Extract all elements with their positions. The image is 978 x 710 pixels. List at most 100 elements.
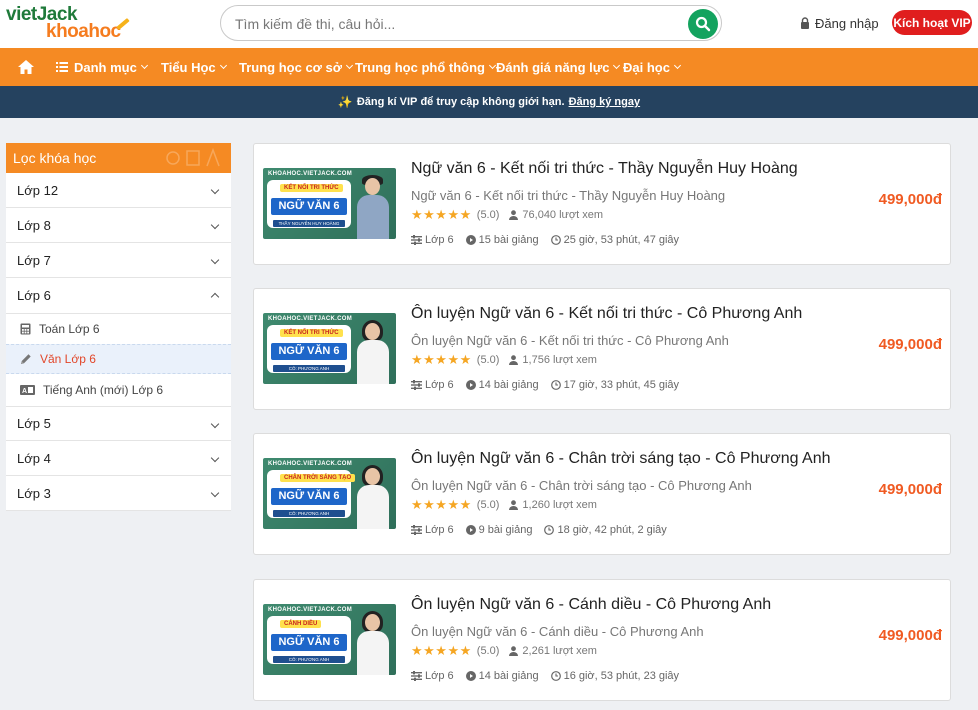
chevron-down-icon <box>210 220 220 230</box>
filter-subject-literature-6[interactable]: Văn Lớp 6 <box>6 344 231 374</box>
grade-label: Lớp 12 <box>17 182 59 198</box>
search-input[interactable] <box>235 14 675 34</box>
meta-grade: Lớp 6 <box>411 524 454 536</box>
filter-grade-4[interactable]: Lớp 4 <box>6 441 231 476</box>
sparkle-icon: ✨ <box>337 95 353 109</box>
filter-grade-5[interactable]: Lớp 5 <box>6 406 231 441</box>
grade-value: Lớp 6 <box>425 234 454 246</box>
views: 1,260 lượt xem <box>509 499 597 511</box>
course-card[interactable]: KHOAHOC.VIETJACK.COM KẾT NỐI TRI THỨC NG… <box>253 143 951 265</box>
chevron-down-icon <box>488 61 497 70</box>
meta-duration: 25 giờ, 53 phút, 47 giây <box>550 234 679 246</box>
thumb-tag: KẾT NỐI TRI THỨC <box>280 329 343 337</box>
course-title[interactable]: Ôn luyện Ngữ văn 6 - Kết nối tri thức - … <box>411 305 802 323</box>
course-thumbnail[interactable]: KHOAHOC.VIETJACK.COM KẾT NỐI TRI THỨC NG… <box>263 168 396 239</box>
nav-thcs[interactable]: Trung học cơ sở <box>239 59 354 75</box>
nav-dai-hoc[interactable]: Đại học <box>623 59 682 75</box>
filter-grade-12[interactable]: Lớp 12 <box>6 173 231 208</box>
course-subtitle: Ôn luyện Ngữ văn 6 - Kết nối tri thức - … <box>411 333 729 348</box>
thumb-site: KHOAHOC.VIETJACK.COM <box>268 171 353 177</box>
search-button[interactable] <box>688 9 718 39</box>
thumb-board: KẾT NỐI TRI THỨC NGỮ VĂN 6 CÔ: PHƯƠNG AN… <box>267 325 351 373</box>
lessons-count: 15 bài giảng <box>478 234 539 246</box>
duration-value: 17 giờ, 33 phút, 45 giây <box>563 379 680 391</box>
filter-grade-8[interactable]: Lớp 8 <box>6 208 231 243</box>
decoration-icon <box>166 147 220 167</box>
rating-value: (5.0) <box>476 354 500 366</box>
course-card[interactable]: KHOAHOC.VIETJACK.COM CHÂN TRỜI SÁNG TẠO … <box>253 433 951 555</box>
meta-lessons: 15 bài giảng <box>465 234 539 246</box>
chevron-down-icon <box>210 453 220 463</box>
filter-grade-3[interactable]: Lớp 3 <box>6 476 231 511</box>
thumb-subject: NGỮ VĂN 6 <box>271 634 347 651</box>
pencil-icon <box>21 354 31 364</box>
chevron-down-icon <box>210 185 220 195</box>
course-title[interactable]: Ôn luyện Ngữ văn 6 - Cánh diều - Cô Phươ… <box>411 596 771 614</box>
course-price: 499,000đ <box>878 336 942 353</box>
filter-subject-math-6[interactable]: Toán Lớp 6 <box>6 314 231 344</box>
lock-icon <box>801 17 809 29</box>
main-nav: Danh mục Tiểu Học Trung học cơ sở Trung … <box>0 48 978 86</box>
grade-label: Lớp 7 <box>17 252 51 268</box>
thumb-tag: CÁNH DIỀU <box>280 620 322 628</box>
chevron-down-icon <box>210 419 220 429</box>
sliders-icon <box>411 380 422 390</box>
vietjack-logo[interactable]: vietJack khoahoc <box>6 4 136 44</box>
views: 1,756 lượt xem <box>509 354 597 366</box>
sliders-icon <box>411 525 422 535</box>
course-thumbnail[interactable]: KHOAHOC.VIETJACK.COM CÁNH DIỀU NGỮ VĂN 6… <box>263 604 396 675</box>
course-thumbnail[interactable]: KHOAHOC.VIETJACK.COM CHÂN TRỜI SÁNG TẠO … <box>263 458 396 529</box>
course-title[interactable]: Ngữ văn 6 - Kết nối tri thức - Thầy Nguy… <box>411 160 798 178</box>
nav-tieu-hoc[interactable]: Tiểu Học <box>161 59 227 75</box>
course-rating: ★★★★★ (5.0) 2,261 lượt xem <box>411 643 597 658</box>
search-box <box>220 5 722 41</box>
course-rating: ★★★★★ (5.0) 1,756 lượt xem <box>411 352 597 367</box>
filter-grade-7[interactable]: Lớp 7 <box>6 243 231 278</box>
login-link[interactable]: Đăng nhập <box>800 14 879 32</box>
activate-vip-button[interactable]: Kích hoạt VIP <box>892 10 972 35</box>
filter-subject-english-6[interactable]: A Tiếng Anh (mới) Lớp 6 <box>6 374 231 406</box>
user-icon <box>509 210 519 220</box>
logo-text-bottom: khoahoc <box>46 21 121 42</box>
rating-value: (5.0) <box>476 209 500 221</box>
views-count: 1,260 lượt xem <box>522 499 597 511</box>
course-meta: Lớp 6 9 bài giảng 18 giờ, 42 phút, 2 giâ… <box>411 523 679 537</box>
meta-lessons: 14 bài giảng <box>465 670 539 682</box>
subject-label: Toán Lớp 6 <box>39 322 100 336</box>
vip-banner: ✨ Đăng kí VIP để truy cập không giới hạn… <box>0 86 978 118</box>
home-icon[interactable] <box>17 59 35 75</box>
course-price: 499,000đ <box>878 627 942 644</box>
nav-danh-gia-nang-luc[interactable]: Đánh giá năng lực <box>496 59 621 75</box>
thumb-subject: NGỮ VĂN 6 <box>271 198 347 215</box>
course-title[interactable]: Ôn luyện Ngữ văn 6 - Chân trời sáng tạo … <box>411 450 831 468</box>
nav-danh-muc[interactable]: Danh mục <box>56 59 148 75</box>
thumb-board: CHÂN TRỜI SÁNG TẠO NGỮ VĂN 6 CÔ: PHƯƠNG … <box>267 470 356 518</box>
teacher-photo <box>355 317 391 384</box>
thumb-teacher: THẦY NGUYỄN HUY HOÀNG <box>273 220 345 227</box>
course-price: 499,000đ <box>878 481 942 498</box>
lessons-count: 9 bài giảng <box>478 524 533 536</box>
thumb-subject: NGỮ VĂN 6 <box>271 343 347 360</box>
grade-label: Lớp 5 <box>17 416 51 431</box>
user-icon <box>509 500 519 510</box>
course-rating: ★★★★★ (5.0) 76,040 lượt xem <box>411 207 603 222</box>
register-now-link[interactable]: Đăng ký ngay <box>569 96 641 108</box>
meta-grade: Lớp 6 <box>411 234 454 246</box>
meta-duration: 17 giờ, 33 phút, 45 giây <box>550 379 680 391</box>
filter-grade-6[interactable]: Lớp 6 <box>6 278 231 314</box>
clock-icon <box>550 235 561 245</box>
nav-thpt[interactable]: Trung học phổ thông <box>355 59 497 75</box>
course-meta: Lớp 6 14 bài giảng 16 giờ, 53 phút, 23 g… <box>411 669 691 683</box>
course-thumbnail[interactable]: KHOAHOC.VIETJACK.COM KẾT NỐI TRI THỨC NG… <box>263 313 396 384</box>
course-card[interactable]: KHOAHOC.VIETJACK.COM KẾT NỐI TRI THỨC NG… <box>253 288 951 410</box>
list-icon <box>56 62 68 72</box>
banner-text: để truy cập không giới hạn. <box>420 96 565 108</box>
star-icon: ★★★★★ <box>411 352 472 367</box>
views: 2,261 lượt xem <box>509 645 597 657</box>
rating-value: (5.0) <box>476 499 500 511</box>
meta-duration: 16 giờ, 53 phút, 23 giây <box>550 670 680 682</box>
course-card[interactable]: KHOAHOC.VIETJACK.COM CÁNH DIỀU NGỮ VĂN 6… <box>253 579 951 701</box>
thumb-board: KẾT NỐI TRI THỨC NGỮ VĂN 6 THẦY NGUYỄN H… <box>267 180 351 228</box>
chevron-down-icon <box>613 61 621 70</box>
duration-value: 16 giờ, 53 phút, 23 giây <box>563 670 680 682</box>
